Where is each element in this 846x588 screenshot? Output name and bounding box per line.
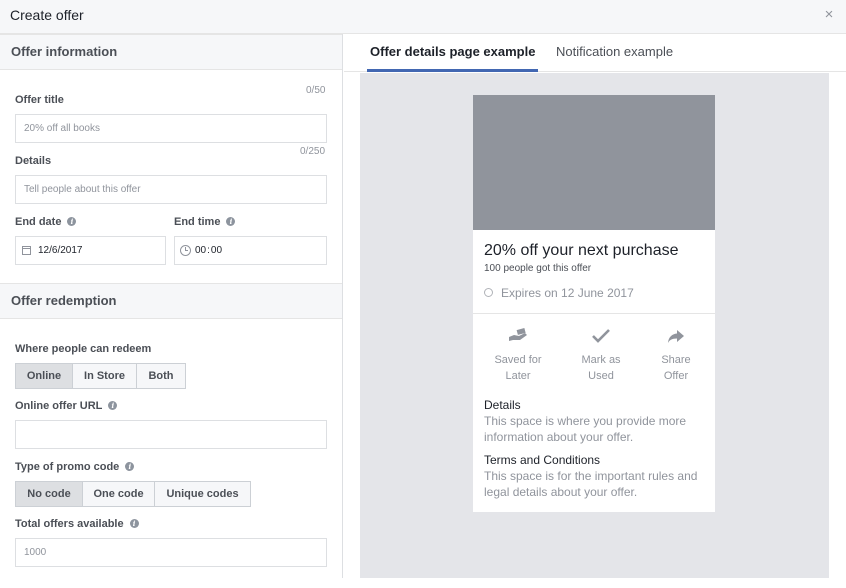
total-offers-input[interactable]: 1000 [15,538,327,567]
offer-preview-title: 20% off your next purchase [484,242,679,259]
details-input[interactable]: Tell people about this offer [15,175,327,204]
mark-as-used-action[interactable]: Mark as Used [566,324,636,384]
online-url-input[interactable] [15,420,327,449]
end-date-input[interactable]: 12/6/2017 [15,236,166,265]
where-redeem-label: Where people can redeem [15,343,152,355]
promo-type-label-text: Type of promo code [15,461,120,473]
share-offer-action[interactable]: Share Offer [641,324,711,384]
redeem-both-button[interactable]: Both [137,364,185,388]
clock-icon [180,245,191,256]
expiry-text: Expires on 12 June 2017 [501,286,634,300]
end-time-label-text: End time [174,216,221,228]
end-time-input[interactable]: 00:00 [174,236,327,265]
tab-offer-details-page[interactable]: Offer details page example [370,44,535,59]
total-offers-label: Total offers available i [15,518,139,530]
promo-type-selector: No code One code Unique codes [15,481,251,507]
tab-notification[interactable]: Notification example [556,44,673,59]
info-icon[interactable]: i [125,462,135,471]
where-redeem-selector: Online In Store Both [15,363,186,389]
hand-offer-icon [483,324,553,348]
end-time-minute[interactable]: 00 [211,245,222,256]
info-icon[interactable]: i [108,401,118,410]
saved-for-later-action[interactable]: Saved for Later [483,324,553,384]
offer-information-header: Offer information [0,34,342,70]
details-label: Details [15,155,52,167]
redeem-online-button[interactable]: Online [16,364,73,388]
checkmark-icon [566,324,636,348]
online-url-label: Online offer URL i [15,400,118,412]
preview-panel: Offer details page example Notification … [344,34,846,578]
offer-preview-expiry: Expires on 12 June 2017 [484,286,634,300]
action-label-line1: Mark as [581,354,621,366]
end-time-label: End time i [174,216,236,228]
offer-title-counter: 0/50 [306,85,326,96]
preview-tabs: Offer details page example Notification … [344,34,846,72]
action-label-line1: Share [661,354,691,366]
end-date-label-text: End date [15,216,62,228]
promo-one-code-button[interactable]: One code [83,482,155,506]
section-title: Offer redemption [11,293,117,308]
action-label-line1: Saved for [494,354,542,366]
info-icon[interactable]: i [129,519,139,528]
end-date-label: End date i [15,216,77,228]
offer-redemption-header: Offer redemption [0,283,342,319]
offer-title-label: Offer title [15,94,64,106]
clock-icon [484,288,493,297]
preview-canvas: 20% off your next purchase 100 people go… [360,73,829,578]
details-counter: 0/250 [300,146,326,157]
offer-preview-claims: 100 people got this offer [484,263,592,274]
divider [473,313,715,314]
action-label-line2: Used [588,370,614,382]
terms-text: This space is for the important rules an… [484,469,698,499]
total-offers-label-text: Total offers available [15,518,124,530]
info-icon[interactable]: i [67,217,77,226]
calendar-icon [22,246,31,255]
end-time-hour[interactable]: 00 [195,245,206,256]
close-icon[interactable]: × [822,7,836,22]
terms-heading: Terms and Conditions [484,453,601,467]
promo-no-code-button[interactable]: No code [16,482,83,506]
action-label-line2: Later [505,370,531,382]
offer-image-placeholder [473,95,715,230]
end-date-value: 12/6/2017 [38,245,83,256]
share-arrow-icon [641,324,711,348]
online-url-label-text: Online offer URL [15,400,103,412]
dialog-header: Create offer × [0,0,846,34]
promo-unique-codes-button[interactable]: Unique codes [155,482,250,506]
active-tab-indicator [367,69,538,72]
section-title: Offer information [11,44,118,59]
offer-form-panel: Offer information 0/50 Offer title 20% o… [0,34,343,578]
details-text: This space is where you provide more inf… [484,414,687,444]
offer-title-input[interactable]: 20% off all books [15,114,327,143]
info-icon[interactable]: i [226,217,236,226]
details-heading: Details [484,398,521,412]
redeem-in-store-button[interactable]: In Store [73,364,137,388]
offer-preview-card: 20% off your next purchase 100 people go… [473,95,715,512]
action-label-line2: Offer [663,370,689,382]
promo-type-label: Type of promo code i [15,461,135,473]
dialog-title: Create offer [10,7,84,23]
